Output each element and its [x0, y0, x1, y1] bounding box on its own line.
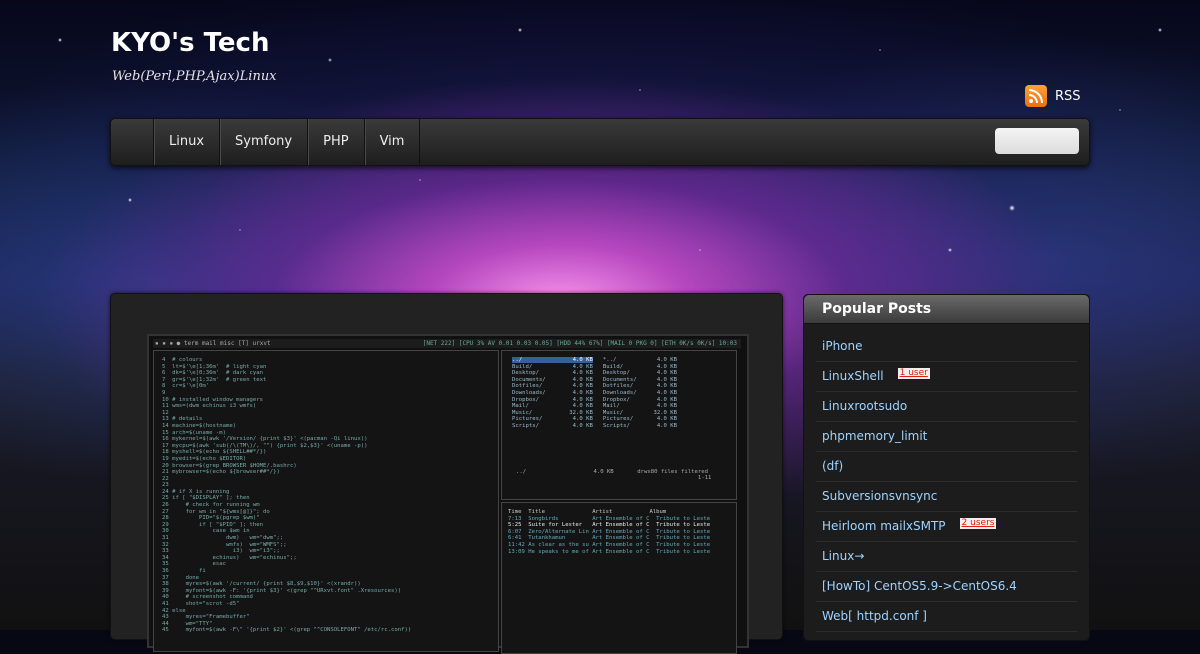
file-row: Mail/ 4.0 KB Mail/ 4.0 KB — [512, 403, 677, 409]
file-entry-secondary: Documents/ 4.0 KB — [592, 376, 678, 383]
file-entry: Music/ 32.0 KB — [512, 409, 593, 416]
popular-post-item[interactable]: Subversionsvnsync — [816, 482, 1077, 512]
popular-post-link[interactable]: [HowTo] CentOS5.9->CentOS6.4 — [822, 572, 1017, 601]
playlist-row: 7:13 Songbirds Art Ensemble of C Tribute… — [508, 515, 711, 522]
file-entry-secondary: Pictures/ 4.0 KB — [592, 416, 678, 423]
file-entry-secondary: Desktop/ 4.0 KB — [592, 370, 678, 377]
article-screenshot[interactable]: ▪ ▪ ▪ ● term mail misc [T] urxvt [NET 22… — [147, 334, 749, 654]
playlist-row: 5:25 Suite for Lester Art Ensemble of C … — [508, 522, 711, 529]
popular-post-item[interactable]: iPhone — [816, 332, 1077, 362]
file-row: Pictures/ 4.0 KB Pictures/ 4.0 KB — [512, 416, 677, 422]
popular-post-item[interactable]: (df) — [816, 452, 1077, 482]
file-row: Downloads/ 4.0 KB Downloads/ 4.0 KB — [512, 390, 677, 396]
popular-post-link[interactable]: iPhone — [822, 332, 863, 361]
file-entry: Mail/ 4.0 KB — [512, 403, 593, 410]
file-entry: Pictures/ 4.0 KB — [512, 416, 593, 423]
popular-posts-widget: Popular Posts iPhone LinuxShell 1 user Linu… — [803, 294, 1090, 641]
rss-feed-icon[interactable] — [1025, 85, 1047, 107]
file-row: Dropbox/ 4.0 KB Dropbox/ 4.0 KB — [512, 397, 677, 403]
file-list: ../ 4.0 KB *../ 4.0 KB Build/ 4.0 KB Bui… — [502, 351, 736, 436]
file-entry: Documents/ 4.0 KB — [512, 376, 593, 383]
file-entry-secondary: Build/ 4.0 KB — [592, 363, 678, 370]
nav-item-linux[interactable]: Linux — [153, 119, 219, 165]
popular-post-link[interactable]: Subversionsvnsync — [822, 482, 937, 511]
file-row: Scripts/ 4.0 KB Scripts/ 4.0 KB — [512, 423, 677, 429]
music-player-pane: Time Title Artist Album 7:13 Songbirds A… — [501, 502, 737, 654]
rss-link[interactable]: RSS — [1025, 85, 1081, 107]
nav-menu: Linux Symfony PHP Vim — [153, 119, 421, 165]
nav-item-php[interactable]: PHP — [307, 119, 363, 165]
popular-post-item[interactable]: [HowTo] CentOS5.9->CentOS6.4 — [816, 572, 1077, 602]
file-row: ../ 4.0 KB *../ 4.0 KB — [512, 357, 677, 363]
file-row: Documents/ 4.0 KB Documents/ 4.0 KB — [512, 377, 677, 383]
popular-post-item[interactable]: Linux→ — [816, 542, 1077, 572]
file-entry-secondary: Scripts/ 4.0 KB — [592, 422, 678, 429]
status-bar-tags: ▪ ▪ ▪ ● term mail misc [T] urxvt — [155, 340, 271, 347]
playlist: Time Title Artist Album 7:13 Songbirds A… — [502, 503, 736, 561]
search-input[interactable] — [995, 128, 1079, 154]
terminal-editor-pane: 4 # colours 5 lt=$'\e[1;36m' # light cya… — [153, 350, 499, 652]
popular-post-link[interactable]: Linux→ — [822, 542, 864, 571]
playlist-row: 13:09 He speaks to me of Art Ensemble of… — [508, 548, 711, 555]
widget-title: Popular Posts — [804, 295, 1089, 324]
bookmark-count-badge[interactable]: 1 user — [897, 368, 930, 379]
file-entry-secondary: *../ 4.0 KB — [592, 357, 678, 363]
file-entry: Dropbox/ 4.0 KB — [512, 396, 593, 403]
file-entry-secondary: Downloads/ 4.0 KB — [592, 389, 678, 396]
popular-post-link[interactable]: LinuxShell — [822, 362, 884, 391]
site-tagline: Web(Perl,PHP,Ajax)Linux — [112, 69, 277, 84]
bookmark-count-badge[interactable]: 2 users — [959, 518, 997, 529]
status-bar-stats: [NET 222] [CPU 3% AV 0.01 0.03 0.05] [HD… — [422, 340, 737, 347]
main-content: ▪ ▪ ▪ ● term mail misc [T] urxvt [NET 22… — [110, 293, 783, 654]
playlist-row: 11:42 As clear as the su Art Ensemble of… — [508, 541, 711, 548]
playlist-row: 6:41 Tutankhamun Art Ensemble of C Tribu… — [508, 535, 711, 542]
file-entry: Scripts/ 4.0 KB — [512, 422, 593, 429]
file-entry: Desktop/ 4.0 KB — [512, 370, 593, 377]
file-row: Dotfiles/ 4.0 KB Dotfiles/ 4.0 KB — [512, 383, 677, 389]
file-entry: Build/ 4.0 KB — [512, 363, 593, 370]
file-entry-secondary: Dropbox/ 4.0 KB — [592, 396, 678, 403]
file-row: Build/ 4.0 KB Build/ 4.0 KB — [512, 364, 677, 370]
file-row: Desktop/ 4.0 KB Desktop/ 4.0 KB — [512, 370, 677, 376]
playlist-header: Time Title Artist Album — [508, 509, 667, 515]
file-manager-pane: ../ 4.0 KB *../ 4.0 KB Build/ 4.0 KB Bui… — [501, 350, 737, 500]
shell-script-code: 4 # colours 5 lt=$'\e[1;36m' # light cya… — [162, 357, 412, 634]
main-navigation: Linux Symfony PHP Vim — [110, 118, 1090, 166]
file-entry-secondary: Music/ 32.0 KB — [592, 409, 678, 416]
popular-post-item[interactable]: phpmemory_limit — [816, 422, 1077, 452]
site-title[interactable]: KYO's Tech — [111, 28, 269, 58]
file-row: Music/ 32.0 KB Music/ 32.0 KB — [512, 410, 677, 416]
popular-post-item[interactable]: LinuxShell 1 user — [816, 362, 1077, 392]
file-entry-secondary: Mail/ 4.0 KB — [592, 403, 678, 410]
rss-label[interactable]: RSS — [1055, 89, 1081, 104]
popular-post-link[interactable]: Heirloom mailxSMTP — [822, 512, 946, 541]
popular-posts-list: iPhone LinuxShell 1 user Linuxrootsudo phpme… — [804, 324, 1089, 632]
file-entry-secondary: Dotfiles/ 4.0 KB — [592, 383, 678, 390]
popular-post-item[interactable]: Web[ httpd.conf ] — [816, 602, 1077, 632]
playlist-row: 6:07 Zero/Alternate Lin Art Ensemble of … — [508, 528, 711, 535]
nav-item-vim[interactable]: Vim — [363, 119, 421, 165]
popular-post-item[interactable]: Linuxrootsudo — [816, 392, 1077, 422]
popular-post-link[interactable]: Linuxrootsudo — [822, 392, 907, 421]
popular-post-link[interactable]: Web[ httpd.conf ] — [822, 602, 927, 631]
file-entry: ../ 4.0 KB — [512, 357, 593, 363]
nav-item-symfony[interactable]: Symfony — [219, 119, 307, 165]
file-manager-status: ../ 4.0 KB drwx80 files filtered 1-11 — [516, 469, 712, 481]
popular-post-link[interactable]: (df) — [822, 452, 843, 481]
popular-post-item[interactable]: Heirloom mailxSMTP 2 users — [816, 512, 1077, 542]
file-entry: Downloads/ 4.0 KB — [512, 389, 593, 396]
screenshot-status-bar: ▪ ▪ ▪ ● term mail misc [T] urxvt [NET 22… — [153, 339, 741, 348]
popular-post-link[interactable]: phpmemory_limit — [822, 422, 927, 451]
file-entry: Dotfiles/ 4.0 KB — [512, 383, 593, 390]
